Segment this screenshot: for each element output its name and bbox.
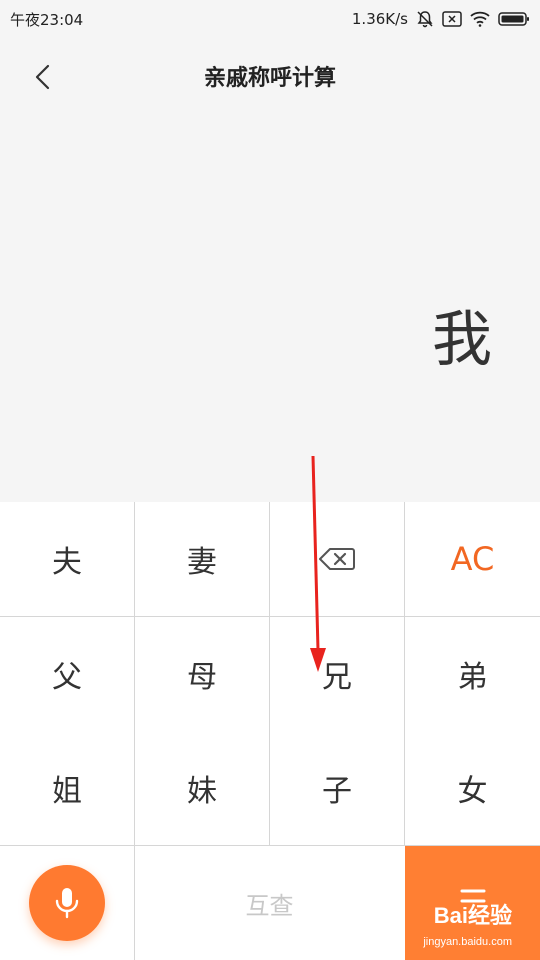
network-speed: 1.36K/s — [351, 10, 408, 28]
wifi-icon — [470, 11, 490, 27]
title-bar: 亲戚称呼计算 — [0, 46, 540, 106]
key-elder-brother[interactable]: 兄 — [270, 617, 404, 731]
status-bar: 午夜23:04 1.36K/s — [0, 0, 540, 38]
key-father[interactable]: 父 — [0, 617, 134, 731]
backspace-icon — [319, 548, 355, 570]
key-husband[interactable]: 夫 — [0, 502, 134, 616]
baidu-jingyan-watermark: Bai经验 jingyan.baidu.com — [408, 898, 512, 948]
keypad: 夫 妻 AC 父 母 兄 弟 姐 妹 子 女 互查 — [0, 502, 540, 960]
battery-icon — [498, 11, 530, 27]
status-time: 午夜23:04 — [10, 10, 84, 29]
watermark-logo: Bai经验 — [433, 903, 512, 928]
key-wife[interactable]: 妻 — [135, 502, 269, 616]
display-area: 我 — [0, 106, 540, 502]
key-younger-brother[interactable]: 弟 — [405, 617, 540, 731]
voice-input-button[interactable] — [29, 865, 105, 941]
clear-button[interactable]: AC — [405, 502, 540, 616]
status-icons: 1.36K/s — [352, 10, 530, 28]
microphone-icon — [55, 888, 79, 919]
backspace-button[interactable] — [270, 502, 404, 616]
key-son[interactable]: 子 — [270, 731, 404, 845]
display-result: 我 — [432, 305, 492, 375]
watermark-url: jingyan.baidu.com — [423, 936, 512, 948]
sim-x-icon — [442, 11, 462, 27]
key-mother[interactable]: 母 — [135, 617, 269, 731]
key-younger-sister[interactable]: 妹 — [135, 731, 269, 845]
key-elder-sister[interactable]: 姐 — [0, 731, 134, 845]
page-title: 亲戚称呼计算 — [203, 66, 336, 91]
key-daughter[interactable]: 女 — [405, 731, 540, 845]
mute-bell-icon — [416, 10, 434, 28]
mutual-query-button[interactable]: 互查 — [135, 846, 404, 960]
